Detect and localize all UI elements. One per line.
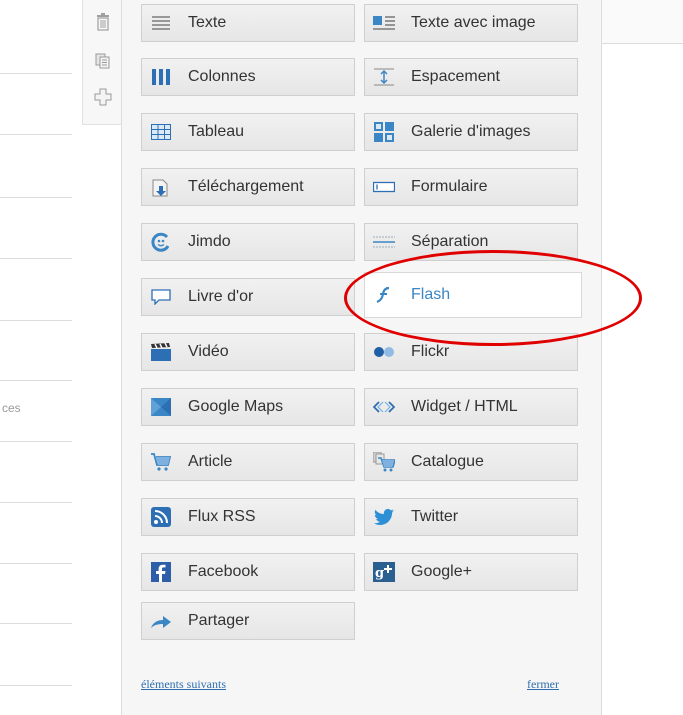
- element-label: Jimdo: [188, 233, 231, 250]
- element-label: Vidéo: [188, 343, 229, 360]
- columns-icon: [150, 66, 172, 88]
- element-label: Séparation: [411, 233, 489, 250]
- element-button-partager[interactable]: Partager: [141, 602, 355, 640]
- element-button-google-maps[interactable]: Google Maps: [141, 388, 355, 426]
- divider: [0, 685, 72, 686]
- element-button-facebook[interactable]: Facebook: [141, 553, 355, 591]
- element-button-tableau[interactable]: Tableau: [141, 113, 355, 151]
- twitter-icon: [373, 506, 395, 528]
- element-label: Flux RSS: [188, 508, 256, 525]
- element-label: Flickr: [411, 343, 450, 360]
- element-label: Widget / HTML: [411, 398, 518, 415]
- element-button-catalogue[interactable]: Catalogue: [364, 443, 578, 481]
- divider: [0, 563, 72, 564]
- trash-icon[interactable]: [93, 12, 113, 32]
- element-button-espacement[interactable]: Espacement: [364, 58, 578, 96]
- image-gallery-icon: [373, 121, 395, 143]
- element-button-twitter[interactable]: Twitter: [364, 498, 578, 536]
- divider: [0, 623, 72, 624]
- element-label: Article: [188, 453, 233, 470]
- element-label: Facebook: [188, 563, 259, 580]
- element-button-telechargement[interactable]: Téléchargement: [141, 168, 355, 206]
- background-partial-text: ces: [2, 401, 21, 415]
- element-button-colonnes[interactable]: Colonnes: [141, 58, 355, 96]
- form-icon: [373, 176, 395, 198]
- divider: [0, 73, 72, 74]
- share-icon: [150, 610, 172, 632]
- element-label: Formulaire: [411, 178, 488, 195]
- element-button-article[interactable]: Article: [141, 443, 355, 481]
- separator-icon: [373, 231, 395, 253]
- element-button-galerie-d-images[interactable]: Galerie d'images: [364, 113, 578, 151]
- facebook-icon: [150, 561, 172, 583]
- copy-icon[interactable]: [93, 51, 113, 71]
- jimdo-icon: [150, 231, 172, 253]
- google-plus-icon: g: [373, 561, 395, 583]
- download-icon: [150, 176, 172, 198]
- svg-text:g: g: [375, 566, 384, 581]
- element-button-texte[interactable]: Texte: [141, 4, 355, 42]
- divider: [0, 502, 72, 503]
- divider: [0, 320, 72, 321]
- element-button-flux-rss[interactable]: Flux RSS: [141, 498, 355, 536]
- add-element-icon[interactable]: [93, 87, 113, 107]
- divider: [0, 134, 72, 135]
- divider: [0, 380, 72, 381]
- divider: [0, 258, 72, 259]
- element-button-video[interactable]: Vidéo: [141, 333, 355, 371]
- element-label: Google+: [411, 563, 472, 580]
- video-icon: [150, 341, 172, 363]
- element-button-widget-html[interactable]: Widget / HTML: [364, 388, 578, 426]
- close-link[interactable]: fermer: [527, 677, 559, 692]
- element-button-texte-avec-image[interactable]: Texte avec image: [364, 4, 578, 42]
- table-icon: [150, 121, 172, 143]
- text-with-image-icon: [373, 12, 395, 34]
- spacing-icon: [373, 66, 395, 88]
- rss-icon: [150, 506, 172, 528]
- element-button-google-plus[interactable]: g Google+: [364, 553, 578, 591]
- element-label: Tableau: [188, 123, 245, 140]
- highlight-annotation: [344, 250, 642, 346]
- divider: [0, 441, 72, 442]
- element-toolbar: [82, 0, 124, 125]
- widget-html-icon: [373, 396, 395, 418]
- element-label: Twitter: [411, 508, 459, 525]
- page-header-strip: [600, 0, 683, 44]
- divider: [0, 197, 72, 198]
- element-label: Livre d'or: [188, 288, 254, 305]
- flickr-icon: [373, 341, 395, 363]
- element-label: Colonnes: [188, 68, 256, 85]
- next-elements-link[interactable]: éléments suivants: [141, 677, 226, 692]
- element-label: Texte: [188, 14, 227, 31]
- element-button-formulaire[interactable]: Formulaire: [364, 168, 578, 206]
- cart-icon: [150, 451, 172, 473]
- element-label: Catalogue: [411, 453, 484, 470]
- element-label: Espacement: [411, 68, 500, 85]
- element-label: Galerie d'images: [411, 123, 531, 140]
- element-label: Partager: [188, 612, 250, 629]
- guestbook-icon: [150, 286, 172, 308]
- element-button-jimdo[interactable]: Jimdo: [141, 223, 355, 261]
- element-label: Google Maps: [188, 398, 284, 415]
- text-icon: [150, 12, 172, 34]
- catalogue-icon: [373, 451, 395, 473]
- element-label: Téléchargement: [188, 178, 304, 195]
- element-label: Texte avec image: [411, 14, 536, 31]
- google-maps-icon: [150, 396, 172, 418]
- element-button-livre-d-or[interactable]: Livre d'or: [141, 278, 355, 316]
